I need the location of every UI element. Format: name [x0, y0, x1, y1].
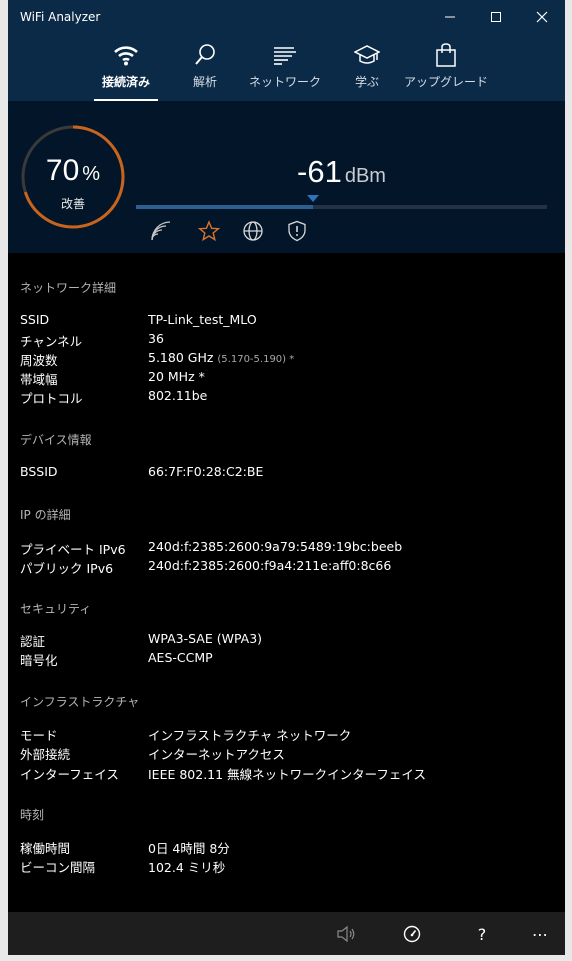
nav-network[interactable]: ネットワーク [249, 40, 322, 101]
row-value: 102.4 ミリ秒 [148, 860, 226, 875]
row-label: 暗号化 [20, 653, 58, 668]
row-value: AES-CCMP [148, 650, 213, 665]
speaker-button[interactable] [335, 923, 357, 945]
row-value: IEEE 802.11 無線ネットワークインターフェイス [148, 767, 426, 782]
graduation-cap-icon [354, 45, 380, 64]
row-value: インターネットアクセス [148, 747, 285, 762]
nav-label: 学ぶ [354, 75, 379, 89]
gauge-value: 70% [20, 154, 126, 188]
section-title-ip: IP の詳細 [20, 508, 71, 522]
shopping-bag-icon [436, 43, 456, 67]
nav-label: アップグレード [404, 75, 489, 89]
row-value: 240d:f:2385:2600:9a79:5489:19bc:beeb [148, 539, 403, 554]
shield-icon[interactable] [286, 220, 308, 242]
row-value: 5.180 GHz (5.170-5.190) * [148, 350, 294, 365]
signal-level-bar [136, 195, 547, 209]
close-icon [536, 11, 548, 23]
magnifier-icon [195, 44, 215, 65]
row-label: プライベート IPv6 [20, 542, 126, 557]
minimize-icon [445, 16, 455, 18]
more-icon: ⋯ [532, 924, 548, 944]
signal-header: 70% 改善 -61 dBm [8, 101, 565, 253]
gauge-unit: % [82, 163, 101, 185]
top-bar: WiFi Analyzer 接続済み 解析 ネットワーク 学ぶ アップグレード [8, 0, 565, 101]
gauge-label: 改善 [60, 197, 85, 211]
title-bar: WiFi Analyzer [8, 0, 565, 34]
app-title: WiFi Analyzer [20, 10, 101, 24]
section-title-time: 時刻 [20, 808, 45, 822]
row-value: 36 [148, 331, 164, 346]
speaker-icon [337, 925, 355, 943]
row-value: インフラストラクチャ ネットワーク [148, 728, 352, 743]
signal-value: -61 [297, 154, 342, 189]
frequency-value: 5.180 GHz [148, 350, 214, 365]
maximize-button[interactable] [473, 0, 519, 34]
row-label: モード [20, 728, 58, 743]
row-label: 周波数 [20, 353, 58, 368]
signal-level-marker [306, 195, 319, 202]
main-nav: 接続済み 解析 ネットワーク 学ぶ アップグレード [8, 40, 565, 101]
help-button[interactable]: ? [471, 923, 493, 945]
row-label: 外部接続 [20, 747, 71, 762]
nav-learn[interactable]: 学ぶ [346, 40, 388, 101]
wifi-signal-icon[interactable] [150, 220, 172, 242]
nav-label: ネットワーク [249, 75, 322, 89]
signal-level-fill [136, 205, 313, 209]
nav-analyze[interactable]: 解析 [182, 40, 228, 101]
speedometer-button[interactable] [401, 923, 423, 945]
signal-unit: dBm [344, 165, 386, 187]
signal-strength: -61 dBm [136, 154, 547, 190]
row-label: プロトコル [20, 391, 83, 406]
section-title-security: セキュリティ [20, 602, 92, 616]
nav-connected[interactable]: 接続済み [96, 40, 156, 101]
globe-icon[interactable] [242, 220, 264, 242]
row-label: チャンネル [20, 334, 83, 349]
row-label: 帯域幅 [20, 372, 58, 387]
app-window: WiFi Analyzer 接続済み 解析 ネットワーク 学ぶ アップグレード … [8, 0, 565, 955]
row-value: TP-Link_test_MLO [148, 312, 257, 327]
minimize-button[interactable] [427, 0, 473, 34]
frequency-range: (5.170-5.190) * [217, 354, 295, 365]
nav-upgrade[interactable]: アップグレード [404, 40, 488, 101]
row-label: 認証 [20, 634, 46, 649]
section-title-device: デバイス情報 [20, 433, 92, 447]
row-value: 802.11be [148, 388, 208, 403]
row-label: パブリック IPv6 [20, 561, 114, 576]
row-label: BSSID [20, 464, 58, 479]
signal-quality-gauge: 70% 改善 [20, 124, 126, 230]
section-title-network: ネットワーク詳細 [20, 281, 117, 295]
section-title-infrastructure: インフラストラクチャ [20, 695, 140, 709]
bottom-command-bar: ? ⋯ [8, 912, 565, 955]
close-button[interactable] [519, 0, 565, 34]
gauge-percent: 70 [45, 154, 80, 187]
row-label: ビーコン間隔 [20, 860, 96, 875]
nav-label: 解析 [192, 75, 217, 89]
row-label: 稼働時間 [20, 841, 71, 856]
row-value: 0日 4時間 8分 [148, 841, 230, 856]
row-value: WPA3-SAE (WPA3) [148, 631, 263, 646]
nav-label: 接続済み [101, 75, 150, 89]
network-list-icon [274, 47, 296, 65]
row-value: 20 MHz * [148, 369, 205, 384]
row-label: SSID [20, 312, 50, 327]
row-value: 240d:f:2385:2600:f9a4:211e:aff0:8c66 [148, 558, 392, 573]
row-label: インターフェイス [20, 767, 119, 782]
help-icon: ? [477, 924, 487, 944]
wifi-icon [114, 46, 138, 66]
speedometer-icon [403, 925, 421, 943]
maximize-icon [491, 12, 501, 22]
details-panel: ネットワーク詳細 SSID TP-Link_test_MLO チャンネル 36 … [8, 253, 565, 912]
star-icon[interactable] [198, 220, 220, 242]
row-value: 66:7F:F0:28:C2:BE [148, 464, 264, 479]
more-button[interactable]: ⋯ [529, 923, 551, 945]
